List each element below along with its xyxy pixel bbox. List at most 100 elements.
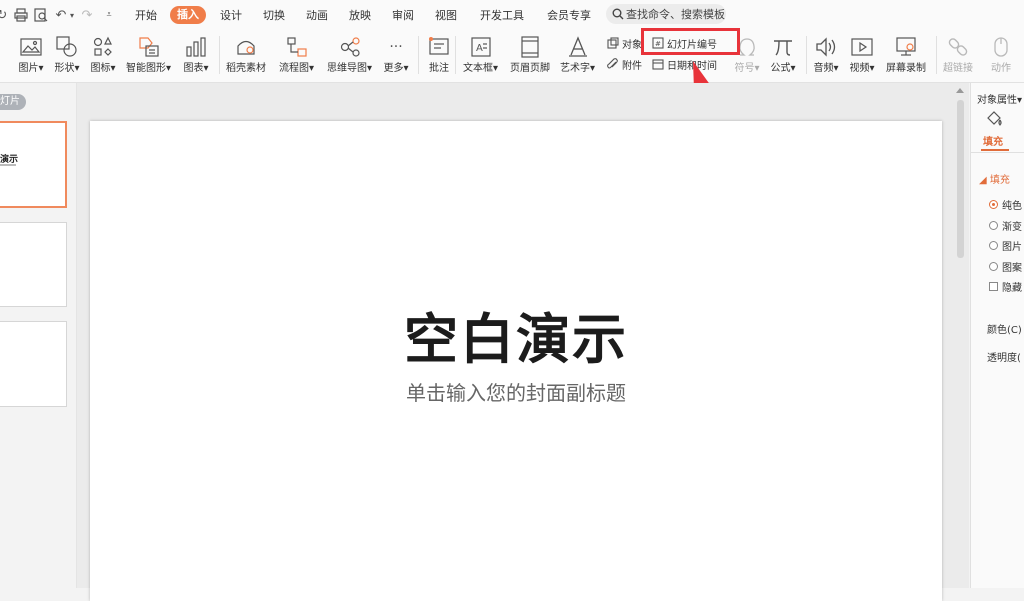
chart-label: 图表 (183, 63, 204, 74)
attachment-button[interactable]: 附件 (607, 56, 642, 72)
panel-divider (971, 152, 1024, 153)
link-icon (948, 38, 968, 56)
ribbon-divider (806, 36, 807, 74)
tab-design[interactable]: 设计 (220, 8, 242, 24)
formula-button[interactable]: 公式▾ (770, 30, 796, 82)
symbol-label: 符号 (734, 63, 755, 74)
tab-animation[interactable]: 动画 (306, 8, 328, 24)
fill-option-solid[interactable]: 纯色 (989, 197, 1022, 212)
slide-thumbnail-3[interactable] (0, 321, 67, 407)
undo-dropdown-icon[interactable]: ▾ (68, 6, 76, 24)
shape-label: 形状 (54, 63, 75, 74)
color-label: 颜色(C) (987, 325, 1022, 336)
transparency-label: 透明度( (987, 353, 1021, 364)
radio[interactable] (989, 220, 998, 230)
fill-option-gradient[interactable]: 渐变 (989, 218, 1022, 233)
radio-selected[interactable] (989, 199, 998, 209)
header-footer-icon (521, 36, 539, 58)
fill-option-picture[interactable]: 图片 (989, 238, 1022, 253)
insert-shape-button[interactable]: 形状▾ (54, 30, 80, 82)
menu-bar: ↻ ↶ ▾ ↷ ⩡ 开始 插入 设计 切换 动画 放映 审阅 视图 开发工具 会… (0, 0, 1024, 30)
insert-picture-button[interactable]: 图片▾ (18, 30, 44, 82)
video-icon (851, 38, 873, 56)
tab-fill[interactable]: 填充 (983, 133, 1003, 148)
mindmap-label: 思维导图 (327, 63, 367, 74)
checkbox[interactable] (989, 281, 998, 291)
ribbon-divider (418, 36, 419, 74)
fill-option-pattern[interactable]: 图案 (989, 259, 1022, 274)
canvas-scrollbar[interactable] (955, 88, 965, 260)
slide-title[interactable]: 空白演示 (90, 295, 942, 374)
date-time-button[interactable]: 日期和时间 (652, 56, 717, 72)
icons-icon (93, 36, 112, 56)
tab-home[interactable]: 开始 (135, 8, 157, 24)
chart-icon (186, 37, 206, 57)
svg-text:A: A (476, 43, 483, 54)
tab-member[interactable]: 会员专享 (547, 8, 591, 24)
date-time-label: 日期和时间 (667, 60, 717, 72)
mindmap-button[interactable]: 思维导图▾ (327, 30, 372, 82)
slide-subtitle[interactable]: 单击输入您的封面副标题 (90, 377, 942, 406)
object-label: 对象 (622, 39, 642, 51)
tab-view[interactable]: 视图 (435, 8, 457, 24)
print-preview-icon[interactable] (32, 6, 50, 24)
wordart-button[interactable]: 艺术字▾ (560, 30, 595, 82)
tab-slideshow[interactable]: 放映 (349, 8, 371, 24)
scroll-up-icon[interactable] (956, 88, 964, 93)
icon-label: 图标 (90, 63, 111, 74)
tab-insert[interactable]: 插入 (170, 6, 206, 24)
thumbnail-subtitle-line (0, 164, 16, 166)
tab-transition[interactable]: 切换 (263, 8, 285, 24)
daoke-material-button[interactable]: 稻壳素材 (226, 30, 266, 82)
screen-record-icon (896, 37, 916, 56)
wordart-icon (568, 36, 587, 57)
more-label: 更多 (383, 63, 404, 74)
tab-review[interactable]: 审阅 (392, 8, 414, 24)
radio[interactable] (989, 261, 998, 271)
current-slide[interactable]: 空白演示 单击输入您的封面副标题 (90, 121, 942, 601)
header-footer-button[interactable]: 页眉页脚 (510, 30, 550, 82)
textbox-button[interactable]: A 文本框▾ (463, 30, 498, 82)
comment-label: 批注 (429, 63, 449, 74)
insert-smartart-button[interactable]: 智能图形▾ (126, 30, 171, 82)
object-button[interactable]: 对象 (607, 35, 642, 51)
fill-bucket-icon[interactable] (985, 110, 1003, 128)
ribbon-divider (455, 36, 456, 74)
more-button[interactable]: ··· 更多▾ (383, 30, 409, 82)
undo-icon[interactable]: ↶ (54, 6, 68, 24)
tab-developer[interactable]: 开发工具 (480, 8, 524, 24)
textbox-label: 文本框 (463, 63, 493, 74)
comment-icon (429, 37, 449, 55)
insert-icon-button[interactable]: 图标▾ (90, 30, 116, 82)
search-icon (612, 8, 624, 20)
redo-icon[interactable]: ↻ (0, 6, 8, 24)
daoke-label: 稻壳素材 (226, 63, 266, 74)
insert-chart-button[interactable]: 图表▾ (183, 30, 209, 82)
textbox-icon: A (470, 37, 491, 57)
speaker-icon (816, 37, 836, 57)
slide-editor-canvas: 空白演示 单击输入您的封面副标题 (77, 83, 969, 601)
customize-dropdown-icon[interactable]: ⩡ (104, 6, 114, 24)
slide-thumbnail-1[interactable]: 演示 (0, 121, 67, 208)
ribbon-divider (219, 36, 220, 74)
slides-tab[interactable]: 灯片 (0, 94, 26, 110)
mindmap-icon (340, 37, 360, 57)
formula-label: 公式 (770, 63, 791, 74)
print-icon[interactable] (12, 6, 30, 24)
slide-thumbnail-2[interactable] (0, 222, 67, 307)
object-icon (607, 37, 619, 49)
radio[interactable] (989, 240, 998, 250)
hide-checkbox-row[interactable]: 隐藏 (989, 279, 1022, 294)
screen-record-button[interactable]: 屏幕录制 (886, 30, 926, 82)
video-button[interactable]: 视频▾ (849, 30, 875, 82)
action-button: 动作 (988, 30, 1014, 82)
calendar-icon (652, 59, 664, 70)
scrollbar-thumb[interactable] (957, 100, 964, 258)
comment-button[interactable]: 批注 (426, 30, 452, 82)
flowchart-button[interactable]: 流程图▾ (279, 30, 314, 82)
fill-section-header[interactable]: ◢ 填充 (979, 171, 1010, 186)
pi-icon (774, 40, 792, 56)
audio-button[interactable]: 音频▾ (813, 30, 839, 82)
daoke-icon (237, 40, 255, 55)
search-box[interactable]: 查找命令、搜索模板 (606, 4, 726, 24)
